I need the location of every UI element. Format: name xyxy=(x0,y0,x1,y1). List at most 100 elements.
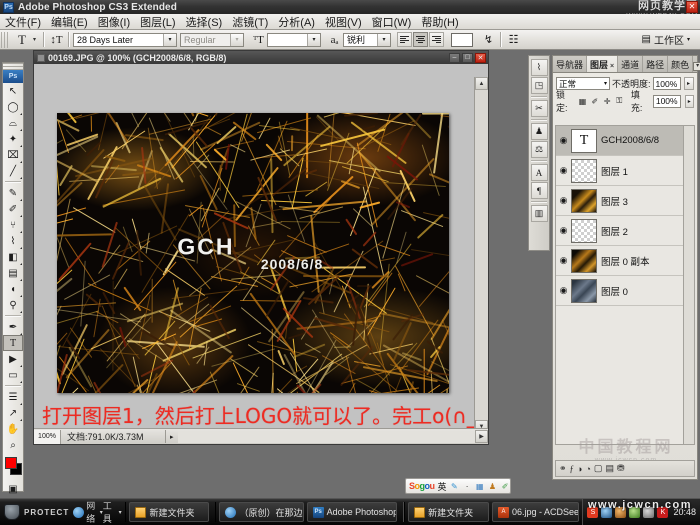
type-tool-icon[interactable]: T xyxy=(12,31,32,48)
start-button[interactable]: PROTECT xyxy=(0,499,73,525)
tab-navigator[interactable]: 导航器 xyxy=(553,56,588,72)
taskbar-item-acdsee[interactable]: A 06.jpg - ACDSee ... xyxy=(492,502,580,522)
clone-stamp-tool[interactable]: ⑂ xyxy=(3,217,23,233)
tab-channels[interactable]: 通道 xyxy=(618,56,644,72)
workspace-button[interactable]: ▤ 工作区 ▾ xyxy=(638,32,694,48)
measurement-log-panel-icon[interactable]: ⚖ xyxy=(530,141,548,158)
logo-text-layer[interactable]: GCH xyxy=(177,234,234,261)
layer-name[interactable]: 图层 0 副本 xyxy=(601,254,650,268)
lock-position-icon[interactable]: ✛ xyxy=(602,96,611,106)
character-panel-icon[interactable]: A xyxy=(530,164,548,181)
path-selection-tool[interactable]: ▶ xyxy=(3,351,23,367)
table-row[interactable]: ◉ 图层 2 xyxy=(556,216,694,246)
layer-visibility-icon[interactable]: ◉ xyxy=(556,165,571,176)
type-tool[interactable]: T xyxy=(3,335,23,351)
layer-thumbnail[interactable] xyxy=(571,278,597,303)
layers-list[interactable]: ◉ T GCH2008/6/8 ◉ 图层 1 ◉ 图层 3 ◉ 图层 2 ◉ 图… xyxy=(555,125,695,445)
ime-punctuation-icon[interactable]: · xyxy=(462,481,472,491)
anti-alias-select[interactable]: 锐利 ▾ xyxy=(343,32,392,47)
taskbar-item-browser[interactable]: （原创）在那边... xyxy=(219,502,304,522)
scroll-down-arrow-icon[interactable]: ▼ xyxy=(475,420,488,428)
tool-presets-panel-icon[interactable]: ✂ xyxy=(530,100,548,117)
image-artboard[interactable]: GCH 2008/6/8 xyxy=(57,113,449,393)
paragraph-panel-icon[interactable]: ¶ xyxy=(530,182,548,199)
taskbar-item-newfolder-2[interactable]: 新建文件夹 xyxy=(408,502,489,522)
layer-thumbnail[interactable] xyxy=(571,248,597,273)
delete-layer-button[interactable]: ⛃ xyxy=(617,463,625,474)
character-paragraph-panel-icon[interactable]: ☷ xyxy=(505,32,522,48)
layer-name[interactable]: 图层 2 xyxy=(601,224,628,238)
layer-name[interactable]: 图层 3 xyxy=(601,194,628,208)
zoom-tool[interactable]: ⌕ xyxy=(3,437,23,453)
taskbar-item-newfolder-1[interactable]: 新建文件夹 xyxy=(129,502,209,522)
scroll-right-arrow-icon[interactable]: ▶ xyxy=(475,430,488,443)
document-titlebar[interactable]: 00169.JPG @ 100% (GCH2008/6/8, RGB/8) – … xyxy=(34,51,488,64)
layer-thumbnail[interactable] xyxy=(571,218,597,243)
dodge-tool[interactable]: ⚲ xyxy=(3,297,23,313)
table-row[interactable]: ◉ 图层 0 副本 xyxy=(556,246,694,276)
layer-mask-button[interactable]: ◑ xyxy=(577,464,582,474)
workspace-chevron-icon[interactable]: ▾ xyxy=(687,36,690,43)
clone-source-panel-icon[interactable]: ◳ xyxy=(530,77,548,94)
layer-name[interactable]: 图层 1 xyxy=(601,164,628,178)
document-horizontal-scrollbar[interactable] xyxy=(177,430,475,443)
menu-image[interactable]: 图像(I) xyxy=(93,13,135,31)
ime-pen-icon[interactable]: ✎ xyxy=(450,481,460,491)
text-orientation-icon[interactable]: ↕T xyxy=(48,32,65,48)
font-size-chevron-icon[interactable]: ▾ xyxy=(307,33,321,46)
marquee-tool[interactable]: ◯ xyxy=(3,99,23,115)
menu-file[interactable]: 文件(F) xyxy=(0,13,46,31)
document-canvas-area[interactable]: GCH 2008/6/8 打开图层1，然后打上LOGO就可以了。完工o(∩_∩)… xyxy=(34,64,488,428)
layer-thumbnail[interactable] xyxy=(571,188,597,213)
layer-thumbnail[interactable] xyxy=(571,158,597,183)
align-left-button[interactable] xyxy=(397,32,413,47)
layer-name[interactable]: 图层 0 xyxy=(601,284,628,298)
brushes-panel-icon[interactable]: ⌇ xyxy=(530,59,548,76)
menu-select[interactable]: 选择(S) xyxy=(181,13,228,31)
date-text-layer[interactable]: 2008/6/8 xyxy=(261,256,324,272)
table-row[interactable]: ◉ 图层 0 xyxy=(556,276,694,306)
table-row[interactable]: ◉ 图层 3 xyxy=(556,186,694,216)
options-bar-grip[interactable] xyxy=(1,31,10,48)
quick-mask-toggle[interactable]: ▣ xyxy=(3,481,23,497)
tab-close-icon[interactable]: × xyxy=(610,63,614,70)
rectangle-tool[interactable]: ▭ xyxy=(3,367,23,383)
layer-visibility-icon[interactable]: ◉ xyxy=(556,195,571,206)
document-close-button[interactable]: ✕ xyxy=(475,52,486,63)
font-family-chevron-icon[interactable]: ▾ xyxy=(163,33,177,46)
animation-panel-icon[interactable]: ♟ xyxy=(530,123,548,140)
ime-softkeyboard-icon[interactable]: ▦ xyxy=(475,481,485,491)
opacity-slider-arrow-icon[interactable]: ▸ xyxy=(683,77,694,90)
lock-transparent-pixels-icon[interactable]: ▦ xyxy=(578,96,587,106)
brush-tool[interactable]: ✐ xyxy=(3,201,23,217)
notes-tool[interactable]: ☰ xyxy=(3,389,23,405)
menu-filter[interactable]: 滤镜(T) xyxy=(227,13,273,31)
eraser-tool[interactable]: ◧ xyxy=(3,249,23,265)
healing-brush-tool[interactable]: ✎ xyxy=(3,185,23,201)
history-brush-tool[interactable]: ⌇ xyxy=(3,233,23,249)
font-size-input[interactable]: ▾ xyxy=(267,32,322,47)
layer-visibility-icon[interactable]: ◉ xyxy=(556,285,571,296)
quicklaunch-network[interactable]: 网络 ▾ xyxy=(73,499,103,525)
align-right-button[interactable] xyxy=(429,32,445,47)
document-minimize-button[interactable]: – xyxy=(449,52,460,63)
ime-mode-toggle[interactable]: 英 xyxy=(438,480,447,493)
zoom-level-field[interactable]: 100% xyxy=(34,429,61,444)
slice-tool[interactable]: ╱ xyxy=(3,163,23,179)
menu-window[interactable]: 窗口(W) xyxy=(367,13,417,31)
tool-preset-chevron-icon[interactable]: ▾ xyxy=(33,36,36,43)
warp-text-icon[interactable]: ↯ xyxy=(480,32,497,48)
table-row[interactable]: ◉ T GCH2008/6/8 xyxy=(556,126,694,156)
magic-wand-tool[interactable]: ✦ xyxy=(3,131,23,147)
table-row[interactable]: ◉ 图层 1 xyxy=(556,156,694,186)
gradient-tool[interactable]: ▤ xyxy=(3,265,23,281)
tab-layers[interactable]: 图层 × xyxy=(587,56,619,72)
panel-collapse-icon[interactable]: ▾ xyxy=(693,62,700,71)
layer-name[interactable]: GCH2008/6/8 xyxy=(601,135,659,146)
layer-visibility-icon[interactable]: ◉ xyxy=(556,225,571,236)
align-center-button[interactable] xyxy=(413,32,429,47)
foreground-color-swatch[interactable] xyxy=(5,457,17,469)
font-family-select[interactable]: 28 Days Later ▾ xyxy=(73,32,178,47)
crop-tool[interactable]: ⌧ xyxy=(3,147,23,163)
text-color-swatch[interactable] xyxy=(451,32,474,47)
